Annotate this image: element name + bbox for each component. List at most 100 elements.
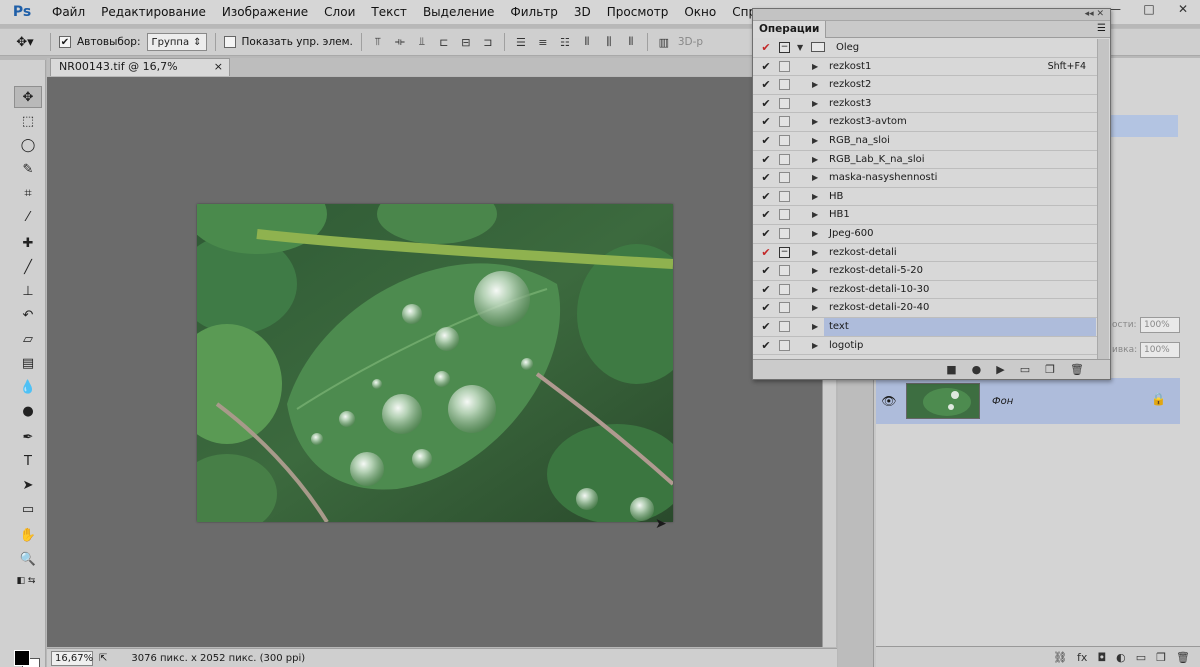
play-icon[interactable]: ▶ [996,363,1004,376]
action-row[interactable]: ✔ ▶ rezkost-detali-5-20 [753,262,1098,281]
fx-icon[interactable]: fx [1077,651,1087,664]
action-row[interactable]: ✔ ▶ logotip [753,337,1098,356]
toggle-check-icon[interactable]: ✔ [760,115,772,128]
toggle-check-icon[interactable]: ✔ [760,153,772,166]
dialog-toggle-icon[interactable]: − [779,42,790,53]
new-set-icon[interactable]: ▭ [1020,363,1030,376]
move-tool-icon[interactable]: ✥ [14,86,42,108]
path-selection-tool-icon[interactable]: ➤ [14,474,42,496]
toggle-check-icon[interactable]: ✔ [760,41,772,54]
action-row[interactable]: ✔ − ▶ rezkost-detali [753,244,1098,263]
dialog-toggle-icon[interactable] [779,153,790,165]
eraser-tool-icon[interactable]: ▱ [14,328,42,350]
action-row[interactable]: ✔ ▶ rezkost-detali-10-30 [753,281,1098,300]
expand-arrow-icon[interactable]: ▶ [812,133,818,149]
mask-icon[interactable]: ◘ [1097,651,1106,664]
action-row[interactable]: ✔ ▶ rezkost3-avtom [753,113,1098,132]
toggle-check-icon[interactable]: ✔ [760,264,772,277]
expand-arrow-icon[interactable]: ▶ [812,114,818,130]
auto-align-icon[interactable]: ▥ [656,34,672,50]
dialog-toggle-icon[interactable] [779,172,790,184]
gradient-tool-icon[interactable]: ▤ [14,352,42,374]
panel-menu-icon[interactable]: ☰ [1097,23,1106,34]
menu-item[interactable]: 3D [566,0,599,24]
expand-arrow-icon[interactable]: ▶ [812,245,818,261]
adjustment-icon[interactable]: ◐ [1116,651,1126,664]
status-menu-icon[interactable]: ⇱ [99,653,107,664]
zoom-field[interactable]: 16,67% [51,650,93,666]
dialog-toggle-icon[interactable] [779,209,790,221]
quick-selection-tool-icon[interactable]: ✎ [14,158,42,180]
toggle-check-icon[interactable]: ✔ [760,134,772,147]
default-colors-icon[interactable]: ◧ ⇆ [12,570,40,592]
lasso-tool-icon[interactable]: ◯ [14,134,42,156]
action-row[interactable]: ✔ ▶ RGB_Lab_K_na_sloi [753,151,1098,170]
toggle-check-icon[interactable]: ✔ [760,320,772,333]
zoom-tool-icon[interactable]: 🔍 [14,548,42,570]
new-layer-icon[interactable]: ❐ [1156,651,1166,664]
foreground-color-swatch[interactable] [14,650,30,666]
expand-arrow-icon[interactable]: ▶ [812,207,818,223]
menu-item[interactable]: Выделение [415,0,502,24]
close-tab-icon[interactable]: × [214,59,223,75]
action-row[interactable]: ✔ ▶ rezkost3 [753,95,1098,114]
show-controls-checkbox[interactable] [223,36,236,48]
expand-arrow-icon[interactable]: ▶ [812,77,818,93]
align-top-icon[interactable]: ⫪ [370,34,386,50]
menu-item[interactable]: Текст [363,0,415,24]
maximize-button[interactable]: □ [1132,2,1166,22]
align-hcenter-icon[interactable]: ⊟ [458,34,474,50]
expand-arrow-icon[interactable]: ▶ [812,282,818,298]
distribute-hcenter-icon[interactable]: ⫼ [601,34,617,50]
layer-row-background[interactable]: 👁 Фон 🔒 [876,378,1180,424]
eyedropper-tool-icon[interactable]: ⁄ [14,206,42,228]
dialog-toggle-icon[interactable] [779,302,790,314]
type-tool-icon[interactable]: T [14,450,42,472]
align-right-icon[interactable]: ⊐ [480,34,496,50]
new-action-icon[interactable]: ❐ [1045,363,1055,376]
history-brush-tool-icon[interactable]: ↶ [14,304,42,326]
toggle-check-icon[interactable]: ✔ [760,339,772,352]
crop-tool-icon[interactable]: ⌗ [14,182,42,204]
dialog-toggle-icon[interactable] [779,60,790,72]
dialog-toggle-icon[interactable] [779,227,790,239]
close-window-button[interactable]: ✕ [1166,2,1200,22]
toggle-check-icon[interactable]: ✔ [760,190,772,203]
expand-arrow-icon[interactable]: ▶ [812,170,818,186]
distribute-vcenter-icon[interactable]: ≡ [535,34,551,50]
action-row[interactable]: ✔ ▶ RGB_na_sloi [753,132,1098,151]
dialog-toggle-icon[interactable] [779,283,790,295]
dialog-toggle-icon[interactable] [779,97,790,109]
autoselect-target-select[interactable]: Группа ⇕ [146,33,207,51]
toggle-check-icon[interactable]: ✔ [760,227,772,240]
action-row[interactable]: ✔ ▶ rezkost1 Shft+F4 [753,58,1098,77]
actions-tab[interactable]: Операции [753,21,827,38]
trash-icon[interactable]: 🗑 [1176,651,1190,664]
toggle-check-icon[interactable]: ✔ [760,301,772,314]
menu-item[interactable]: Фильтр [502,0,565,24]
align-vcenter-icon[interactable]: ⟛ [392,34,408,50]
menu-item[interactable]: Изображение [214,0,316,24]
opacity-field[interactable]: 100% [1140,317,1180,333]
expand-arrow-icon[interactable]: ▶ [812,96,818,112]
dialog-toggle-icon[interactable] [779,320,790,332]
dialog-toggle-icon[interactable] [779,265,790,277]
expand-arrow-icon[interactable]: ▶ [812,300,818,316]
pen-tool-icon[interactable]: ✒ [14,426,42,448]
dodge-tool-icon[interactable]: ● [14,400,42,422]
action-row[interactable]: ✔ ▶ text [753,317,1098,337]
expand-arrow-icon[interactable]: ▶ [812,226,818,242]
toggle-check-icon[interactable]: ✔ [760,208,772,221]
fill-field[interactable]: 100% [1140,342,1180,358]
menu-item[interactable]: Окно [676,0,724,24]
action-row[interactable]: ✔ ▶ rezkost2 [753,76,1098,95]
distribute-left-icon[interactable]: ⫴ [579,34,595,50]
hand-tool-icon[interactable]: ✋ [14,524,42,546]
expand-arrow-icon[interactable]: ▶ [812,319,818,335]
record-icon[interactable]: ● [972,363,982,376]
actions-panel-header[interactable]: ◂◂ ✕ [753,9,1110,21]
toggle-check-icon[interactable]: ✔ [760,246,772,259]
actions-scrollbar[interactable] [1097,39,1109,361]
menu-item[interactable]: Просмотр [599,0,677,24]
toggle-check-icon[interactable]: ✔ [760,283,772,296]
